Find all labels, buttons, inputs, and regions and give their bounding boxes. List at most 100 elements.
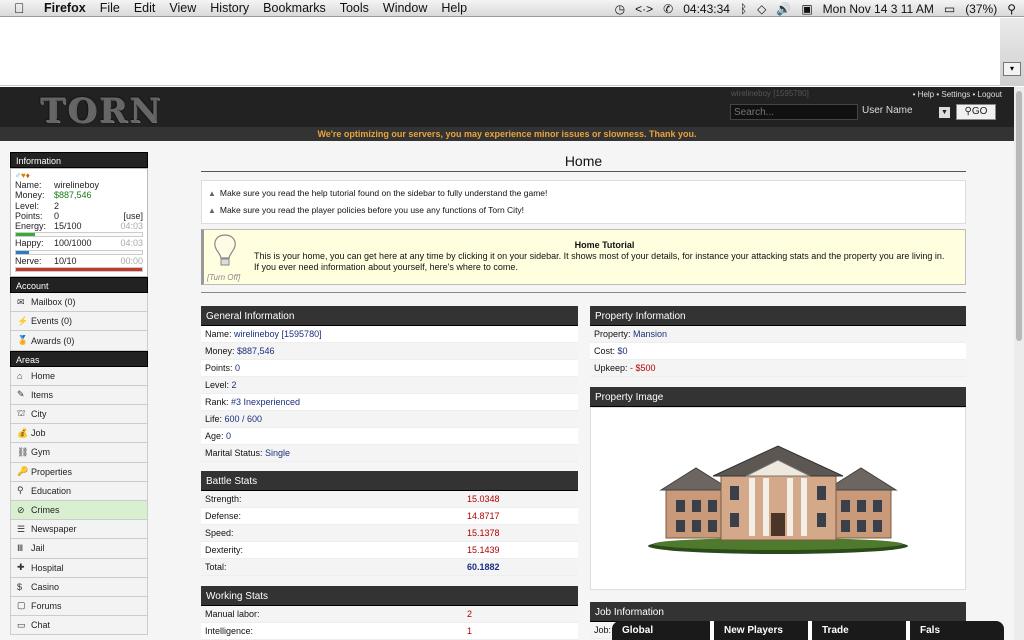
- chat-bar: Global New Players Trade Fals: [612, 621, 1004, 640]
- torn-logo[interactable]: TORN: [40, 91, 162, 131]
- menu-bookmarks[interactable]: Bookmarks: [263, 1, 326, 15]
- sidebar-item-education[interactable]: ⚲ Education: [10, 481, 148, 501]
- points-use-link[interactable]: [use]: [123, 211, 143, 221]
- row-label: Speed:: [205, 528, 234, 538]
- row-label: Marital Status:: [205, 448, 266, 458]
- row-label: Intelligence:: [205, 626, 254, 636]
- sidebar-item-hospital[interactable]: ✚ Hospital: [10, 558, 148, 578]
- energy-value: 15/100: [54, 221, 82, 232]
- casino-icon: $: [17, 581, 23, 592]
- nerve-value: 10/10: [54, 255, 77, 266]
- flame-icon: ♦: [25, 171, 30, 180]
- tutorial-box: Home Tutorial This is your home, you can…: [201, 229, 966, 285]
- profile-link[interactable]: wirelineboy [1595780]: [234, 329, 322, 339]
- sidebar-item-items[interactable]: ✎ Items: [10, 385, 148, 406]
- menu-window[interactable]: Window: [383, 1, 427, 15]
- property-link[interactable]: Mansion: [633, 329, 667, 339]
- table-row: Dexterity: 15.1439: [201, 542, 578, 559]
- chat-tab-new-players[interactable]: New Players: [710, 621, 808, 640]
- tutorial-turn-off-link[interactable]: [Turn Off]: [207, 273, 240, 282]
- sidebar-item-job[interactable]: 💰 Job: [10, 424, 148, 444]
- input-menu-icon[interactable]: ▣: [801, 2, 812, 16]
- menu-tools[interactable]: Tools: [340, 1, 369, 15]
- sidebar-item-chat[interactable]: ▭ Chat: [10, 616, 148, 636]
- table-row: Defense: 14.8717: [201, 508, 578, 525]
- row-label: Money:: [205, 346, 238, 356]
- table-row: Age: 0: [201, 428, 578, 445]
- sidebar-item-newspaper[interactable]: ☰ Newspaper: [10, 520, 148, 540]
- search-input[interactable]: [730, 104, 858, 120]
- sidebar-item-forums[interactable]: ▢ Forums: [10, 596, 148, 617]
- header-links[interactable]: • Help • Settings • Logout: [913, 90, 1002, 99]
- sidebar-item-label: Events (0): [31, 316, 73, 327]
- energy-bar: [15, 232, 143, 238]
- sidebar-item-label: Chat: [31, 620, 51, 631]
- chat-tab-global[interactable]: Global: [612, 621, 710, 640]
- sidebar-item-events[interactable]: ⚡ Events (0): [10, 312, 148, 332]
- browser-side-strip: ▾: [1000, 18, 1024, 86]
- alert-item: ▲ Make sure you read the help tutorial fo…: [208, 185, 959, 202]
- table-row: Speed: 15.1378: [201, 525, 578, 542]
- phone-icon[interactable]: ✆: [663, 2, 673, 16]
- menu-history[interactable]: History: [210, 1, 249, 15]
- page-scrollbar[interactable]: [1014, 87, 1024, 640]
- row-label: Defense:: [205, 511, 242, 521]
- sidebar-item-casino[interactable]: $ Casino: [10, 577, 148, 597]
- menu-view[interactable]: View: [169, 1, 196, 15]
- money-value: $887,546: [54, 190, 92, 201]
- menu-help[interactable]: Help: [441, 1, 467, 15]
- sidebar-item-mailbox[interactable]: ✉ Mailbox (0): [10, 293, 148, 313]
- menubar-date[interactable]: Mon Nov 14 3 11 AM: [823, 2, 934, 16]
- spotlight-icon[interactable]: ⚲: [1007, 2, 1016, 16]
- sidebar-item-jail[interactable]: Ⅲ Jail: [10, 539, 148, 559]
- chat-tab-trade[interactable]: Trade: [808, 621, 906, 640]
- scrollbar-thumb[interactable]: [1016, 91, 1022, 341]
- property-information-header: Property Information: [590, 306, 966, 326]
- chat-tab-fals[interactable]: Fals: [906, 621, 1004, 640]
- warning-icon: ▲: [208, 206, 216, 215]
- bluetooth-icon[interactable]: ᛒ: [740, 2, 747, 16]
- row-value: 2: [467, 609, 473, 619]
- sidebar-item-label: Home: [31, 370, 56, 381]
- sidebar-item-label: Gym: [31, 447, 50, 458]
- sidebar-item-properties[interactable]: 🔑 Properties: [10, 462, 148, 482]
- arrows-icon[interactable]: <·>: [635, 2, 653, 16]
- go-button[interactable]: ⚲GO: [956, 104, 996, 120]
- sidebar-item-city[interactable]: ⛫ City: [10, 405, 148, 425]
- chevron-down-icon[interactable]: ▼: [939, 107, 950, 118]
- pencil-icon: ✎: [17, 389, 25, 400]
- sidebar-item-home[interactable]: ⌂ Home: [10, 366, 148, 386]
- wifi-icon[interactable]: ◇: [757, 2, 766, 16]
- points-value: 0: [54, 210, 60, 221]
- menubar-status: ◷ <·> ✆ 04:43:34 ᛒ ◇ 🔊 ▣ Mon Nov 14 3 11…: [615, 0, 1016, 17]
- menu-edit[interactable]: Edit: [134, 1, 156, 15]
- table-row: Total: 60.1882: [201, 559, 578, 576]
- sidebar-item-crimes[interactable]: ⊘ Crimes: [10, 500, 148, 521]
- happy-bar-fill: [16, 250, 29, 254]
- search-type-label: User Name: [862, 105, 913, 116]
- table-row: Life: 600 / 600: [201, 411, 578, 428]
- apple-icon[interactable]: : [14, 0, 36, 16]
- nerve-bar-fill: [16, 268, 142, 272]
- name-label: Name:: [15, 180, 42, 190]
- site-header: TORN wirelineboy [1595780] • Help • Sett…: [0, 87, 1014, 131]
- search-type-select[interactable]: User Name ▼: [862, 105, 952, 120]
- warning-icon: ▲: [208, 189, 216, 198]
- battery-icon[interactable]: ▭: [944, 2, 955, 16]
- volume-icon[interactable]: 🔊: [776, 2, 791, 16]
- status-icons: ♂♥♦: [15, 171, 143, 180]
- table-row: Strength: 15.0348: [201, 491, 578, 508]
- time-machine-icon[interactable]: ◷: [615, 2, 625, 16]
- menu-app-name[interactable]: Firefox: [44, 1, 86, 15]
- sidebar-item-gym[interactable]: ⛓ Gym: [10, 443, 148, 463]
- sidebar-item-label: Newspaper: [31, 524, 77, 535]
- alerts-box: ▲ Make sure you read the help tutorial fo…: [201, 180, 966, 224]
- menu-file[interactable]: File: [100, 1, 120, 15]
- property-image: [590, 407, 966, 590]
- toolbar-dropdown-icon[interactable]: ▾: [1003, 62, 1021, 76]
- sidebar-item-awards[interactable]: 🏅 Awards (0): [10, 331, 148, 351]
- dumbbell-icon: ⛓: [17, 446, 29, 457]
- row-value: Single: [265, 448, 291, 458]
- general-information-rows: Name: wirelineboy [1595780] Money: $887,…: [201, 326, 578, 462]
- menubar-clock[interactable]: 04:43:34: [683, 2, 730, 16]
